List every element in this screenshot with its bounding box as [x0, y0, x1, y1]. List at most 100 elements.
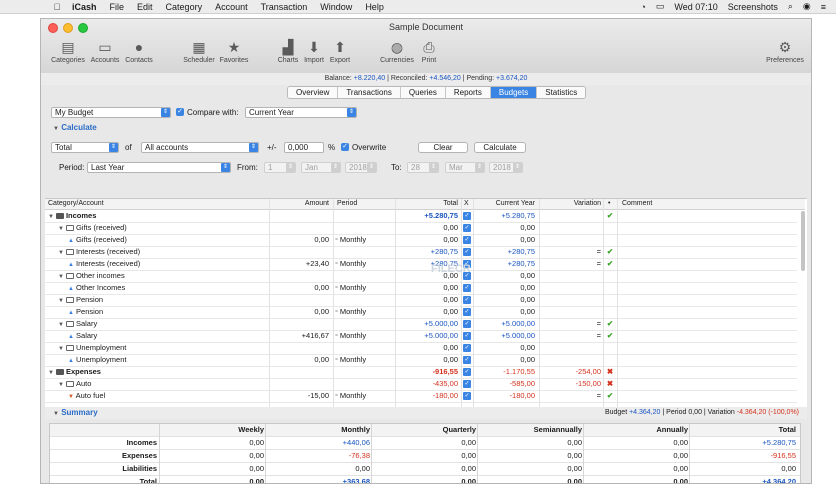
include-checkbox[interactable]: ✓: [463, 356, 471, 364]
disclosure-icon[interactable]: ▼: [58, 322, 64, 328]
amount-cell[interactable]: 0,00: [271, 234, 329, 246]
comment-cell[interactable]: [621, 306, 797, 318]
budget-select[interactable]: My Budget ⇕: [51, 107, 171, 118]
menu-help[interactable]: Help: [365, 2, 384, 12]
period-cell[interactable]: ⁼ Monthly: [335, 306, 395, 318]
compare-checkbox[interactable]: ✓: [176, 108, 184, 116]
menu-list-icon[interactable]: ≡: [821, 2, 826, 12]
from-month[interactable]: Jan ⇕: [301, 162, 341, 173]
period-cell[interactable]: ⁼ Monthly: [335, 390, 395, 402]
include-checkbox[interactable]: ✓: [463, 344, 471, 352]
comment-cell[interactable]: [621, 270, 797, 282]
comment-cell[interactable]: [621, 282, 797, 294]
period-select[interactable]: Last Year ⇕: [87, 162, 231, 173]
comment-cell[interactable]: [621, 222, 797, 234]
comment-cell[interactable]: [621, 354, 797, 366]
period-cell[interactable]: ⁼ Monthly: [335, 354, 395, 366]
amount-cell[interactable]: -15,00: [271, 390, 329, 402]
disclosure-icon[interactable]: ▼: [58, 298, 64, 304]
col-amount[interactable]: Amount: [271, 199, 329, 209]
include-checkbox[interactable]: ✓: [463, 212, 471, 220]
amount-cell[interactable]: [271, 270, 329, 282]
col-comment[interactable]: Comment: [622, 199, 652, 209]
include-checkbox[interactable]: ✓: [463, 380, 471, 388]
disclosure-icon[interactable]: ▼: [58, 346, 64, 352]
toolbar-print[interactable]: ⎙ Print: [407, 37, 451, 64]
to-year[interactable]: 2018 ⇕: [489, 162, 523, 173]
tab-reports[interactable]: Reports: [445, 87, 491, 98]
disclosure-icon[interactable]: ▼: [58, 250, 64, 256]
include-checkbox[interactable]: ✓: [463, 248, 471, 256]
screenshots-menu[interactable]: Screenshots: [728, 2, 778, 12]
table-row[interactable]: ▼ Auto fuel -15,00 ⁼ Monthly -180,00 ✓ -180,0…: [45, 390, 797, 403]
apple-icon[interactable]: : [52, 2, 62, 12]
disclosure-icon[interactable]: ▼: [58, 226, 64, 232]
accounts-select[interactable]: All accounts ⇕: [141, 142, 259, 153]
disclosure-icon[interactable]: ▼: [48, 370, 54, 376]
include-checkbox[interactable]: ✓: [463, 284, 471, 292]
total-select[interactable]: Total ⇕: [51, 142, 119, 153]
from-day[interactable]: 1 ⇕: [264, 162, 296, 173]
comment-cell[interactable]: [621, 330, 797, 342]
include-checkbox[interactable]: ✓: [463, 332, 471, 340]
battery-icon[interactable]: ▭: [656, 1, 665, 12]
menu-edit[interactable]: Edit: [137, 2, 153, 12]
table-scrollbar[interactable]: [801, 211, 805, 271]
menu-account[interactable]: Account: [215, 2, 248, 12]
comment-cell[interactable]: [621, 342, 797, 354]
tab-overview[interactable]: Overview: [288, 87, 339, 98]
amount-cell[interactable]: +23,40: [271, 258, 329, 270]
menu-file[interactable]: File: [110, 2, 125, 12]
include-checkbox[interactable]: ✓: [463, 236, 471, 244]
clock[interactable]: Wed 07:10: [674, 2, 717, 12]
amount-cell[interactable]: 0,00: [271, 306, 329, 318]
to-day[interactable]: 28 ⇕: [407, 162, 439, 173]
comment-cell[interactable]: [621, 246, 797, 258]
tab-budgets[interactable]: Budgets: [490, 87, 538, 98]
col-current-year[interactable]: Current Year: [475, 199, 535, 209]
calculate-button[interactable]: Calculate: [474, 142, 526, 153]
clear-button[interactable]: Clear: [418, 142, 468, 153]
include-checkbox[interactable]: ✓: [463, 392, 471, 400]
menu-window[interactable]: Window: [320, 2, 352, 12]
col-period[interactable]: Period: [337, 199, 357, 209]
summary-header[interactable]: ▼ Summary: [53, 408, 98, 417]
comment-cell[interactable]: [621, 366, 797, 378]
spotlight-icon[interactable]: ⌕: [788, 1, 793, 12]
comment-cell[interactable]: [621, 294, 797, 306]
include-checkbox[interactable]: ✓: [463, 224, 471, 232]
from-year[interactable]: 2018 ⇕: [345, 162, 377, 173]
period-cell[interactable]: ⁼ Monthly: [335, 258, 395, 270]
overwrite-checkbox[interactable]: ✓: [341, 143, 349, 151]
disclosure-icon[interactable]: ▼: [58, 274, 64, 280]
include-checkbox[interactable]: ✓: [463, 368, 471, 376]
comment-cell[interactable]: [621, 210, 797, 222]
amount-cell[interactable]: [271, 318, 329, 330]
toolbar-export[interactable]: ⬆ Export: [318, 37, 362, 64]
tab-transactions[interactable]: Transactions: [338, 87, 401, 98]
to-month[interactable]: Mar ⇕: [445, 162, 485, 173]
disclosure-icon[interactable]: ▼: [58, 382, 64, 388]
toolbar-favorites[interactable]: ★ Favorites: [212, 37, 256, 64]
col-status[interactable]: •: [608, 199, 610, 209]
period-cell[interactable]: ⁼ Monthly: [335, 282, 395, 294]
menu-app[interactable]: iCash: [72, 2, 97, 12]
comment-cell[interactable]: [621, 378, 797, 390]
menu-category[interactable]: Category: [166, 2, 203, 12]
comment-cell[interactable]: [621, 234, 797, 246]
siri-icon[interactable]: ◉: [803, 1, 811, 12]
col-variation[interactable]: Variation: [541, 199, 601, 209]
wifi-icon[interactable]: ◔: [640, 2, 645, 12]
include-checkbox[interactable]: ✓: [463, 320, 471, 328]
compare-select[interactable]: Current Year ⇕: [245, 107, 357, 118]
amount-cell[interactable]: [271, 378, 329, 390]
amount-cell[interactable]: [271, 294, 329, 306]
toolbar-contacts[interactable]: ● Contacts: [117, 37, 161, 64]
col-x[interactable]: X: [464, 199, 469, 209]
disclosure-icon[interactable]: ▼: [48, 214, 54, 220]
calculate-header[interactable]: ▼ Calculate: [53, 123, 97, 132]
amount-cell[interactable]: [271, 366, 329, 378]
period-cell[interactable]: ⁼ Monthly: [335, 330, 395, 342]
amount-cell[interactable]: [271, 246, 329, 258]
comment-cell[interactable]: [621, 390, 797, 402]
